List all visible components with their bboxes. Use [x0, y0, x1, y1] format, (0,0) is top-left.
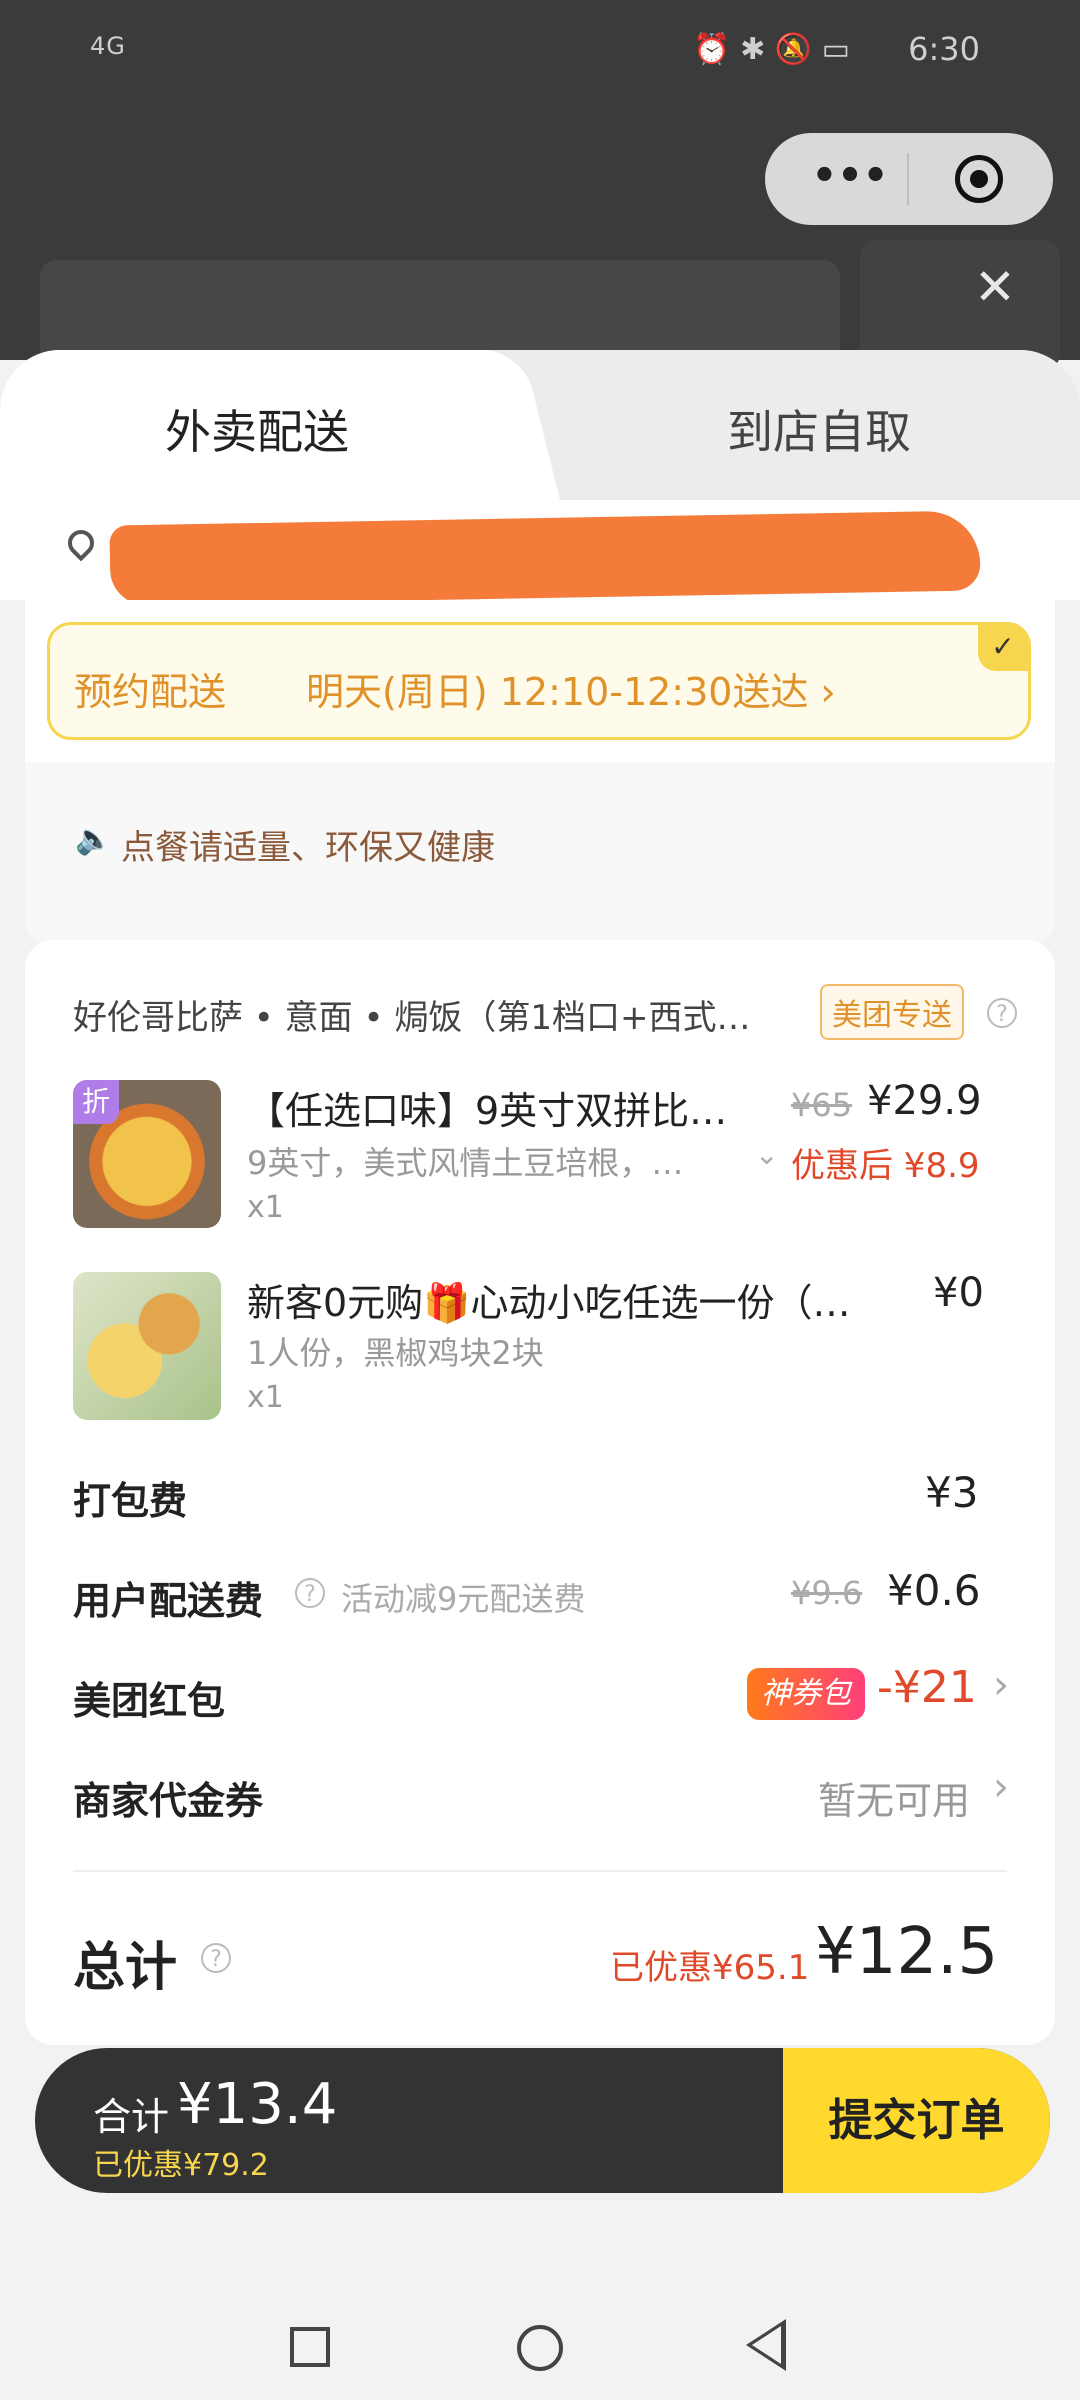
item-price: ¥0 [933, 1270, 984, 1316]
chevron-right-icon[interactable]: › [993, 1764, 1009, 1810]
miniprogram-capsule: ••• [765, 133, 1053, 225]
item-spec: 9英寸，美式风情土豆培根，… [247, 1144, 684, 1182]
merchant-voucher-value[interactable]: 暂无可用 [818, 1770, 970, 1825]
item-qty: x1 [247, 1380, 284, 1415]
voucher-pack-badge: 神券包 [747, 1668, 865, 1720]
redacted-address [109, 510, 981, 606]
checkout-amount: ¥13.4 [177, 2072, 338, 2137]
tip-text: 点餐请适量、环保又健康 [121, 828, 495, 868]
total-label: 总计 [73, 1938, 178, 1998]
item-old-price: ¥65 [791, 1086, 853, 1124]
navigation-bar [0, 2295, 1080, 2400]
item-image-snack [73, 1272, 221, 1420]
recents-icon[interactable] [290, 2327, 330, 2367]
chevron-down-icon[interactable]: ⌄ [755, 1138, 778, 1171]
delivery-fee-note: 活动减9元配送费 [341, 1580, 586, 1618]
total-saved: 已优惠¥65.1 [610, 1948, 810, 1988]
item-title: 新客0元购🎁心动小吃任选一份（… [247, 1281, 851, 1325]
item-title: 【任选口味】9英寸双拼比… [247, 1089, 728, 1133]
order-card: 好伦哥比萨 • 意面 • 焗饭（第1档口+西式… 美团专送 ? 折 【任选口味】… [25, 940, 1055, 2045]
shop-name[interactable]: 好伦哥比萨 • 意面 • 焗饭（第1档口+西式… [73, 990, 750, 1039]
help-icon[interactable]: ? [201, 1943, 231, 1973]
submit-order-button[interactable]: 提交订单 [783, 2048, 1050, 2193]
status-bar: 4G ⏰ ✱ 🔕 ▭ 6:30 [0, 20, 1080, 90]
more-button[interactable]: ••• [805, 151, 895, 207]
divider [73, 1870, 1007, 1872]
checkout-saved: 已优惠¥79.2 [93, 2148, 269, 2183]
reservation-time[interactable]: 明天(周日) 12:10-12:30送达 › [306, 661, 836, 716]
merchant-voucher-label: 商家代金券 [73, 1779, 264, 1823]
location-pin-icon [62, 524, 100, 562]
close-miniprogram-icon[interactable] [955, 155, 1003, 203]
red-packet-label: 美团红包 [73, 1679, 226, 1723]
speaker-icon: 🔈 [75, 822, 113, 857]
capsule-divider [907, 153, 909, 205]
tab-pickup[interactable]: 到店自取 [727, 396, 911, 462]
item-qty: x1 [247, 1190, 284, 1225]
back-icon[interactable] [746, 2319, 786, 2371]
checkout-label: 合计 [93, 2095, 170, 2139]
total-amount: ¥12.5 [815, 1915, 999, 1989]
packing-fee-label: 打包费 [73, 1479, 188, 1523]
delivery-card: 预约配送 明天(周日) 12:10-12:30送达 › ✓ 🔈 点餐请适量、环保… [25, 600, 1055, 946]
item-spec: 1人份，黑椒鸡块2块 [247, 1334, 544, 1372]
packing-fee-value: ¥3 [925, 1468, 979, 1517]
help-icon[interactable]: ? [295, 1578, 325, 1608]
clock: 6:30 [908, 30, 980, 68]
delivery-badge: 美团专送 [820, 984, 964, 1040]
signal-icon: 4G [90, 32, 126, 60]
help-icon[interactable]: ? [987, 998, 1017, 1028]
home-icon[interactable] [517, 2325, 563, 2371]
reservation-label: 预约配送 [74, 670, 227, 714]
reservation-delivery[interactable]: 预约配送 明天(周日) 12:10-12:30送达 › ✓ [47, 622, 1031, 740]
checkout-bar: 合计 ¥13.4 已优惠¥79.2 提交订单 [35, 2048, 1050, 2193]
discount-tag: 折 [73, 1080, 119, 1124]
chevron-right-icon[interactable]: › [993, 1662, 1009, 1708]
status-icons: ⏰ ✱ 🔕 ▭ [693, 32, 850, 67]
tab-delivery[interactable]: 外卖配送 [165, 396, 349, 462]
delivery-fee-value: ¥0.6 [887, 1566, 981, 1615]
address-row[interactable] [0, 500, 1080, 606]
delivery-fee-label: 用户配送费 [73, 1579, 264, 1623]
delivery-old-fee: ¥9.6 [791, 1574, 863, 1612]
close-icon[interactable]: ✕ [970, 262, 1020, 312]
item-price: ¥29.9 [867, 1078, 982, 1124]
item-discount-price: 优惠后 ¥8.9 [791, 1146, 980, 1186]
tip-strip: 🔈 点餐请适量、环保又健康 [25, 762, 1055, 946]
red-packet-value[interactable]: -¥21 [877, 1662, 977, 1713]
check-icon: ✓ [978, 625, 1028, 671]
item-image-pizza: 折 [73, 1080, 221, 1228]
